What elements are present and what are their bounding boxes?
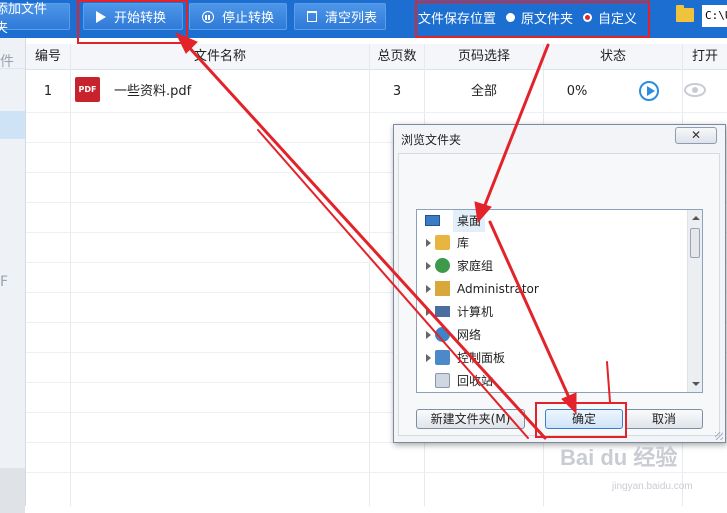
- homegroup-icon: [435, 258, 450, 273]
- radio-original-folder[interactable]: [506, 13, 516, 22]
- baidu-watermark: Bai du 经验: [560, 445, 678, 470]
- expand-arrow-icon[interactable]: [426, 331, 431, 339]
- tree-item-control-panel[interactable]: 控制面板: [417, 347, 687, 369]
- folder-tree: 桌面 库 家庭组 Administrator 计算机 网络 控制面板 回收站: [416, 209, 703, 393]
- save-location-group: 文件保存位置 原文件夹 自定义: [418, 3, 637, 32]
- trash-icon: [307, 11, 317, 22]
- play-icon: [96, 10, 106, 23]
- watermark-url: jingyan.baidu.com: [612, 481, 693, 492]
- tree-item-label: 桌面: [453, 210, 486, 232]
- radio-custom-folder[interactable]: [583, 13, 593, 22]
- control-panel-icon: [435, 350, 450, 365]
- pause-icon: [202, 10, 214, 23]
- pdf-file-icon: PDF: [75, 77, 100, 102]
- sidebar-item-bottom[interactable]: [0, 468, 25, 513]
- col-index-header: 编号: [34, 49, 61, 64]
- row-pages: 3: [392, 84, 402, 99]
- tree-item-recycle-bin[interactable]: 回收站: [417, 370, 687, 392]
- tree-item-library[interactable]: 库: [417, 232, 687, 254]
- col-open-header: 打开: [691, 49, 718, 64]
- row-status: 0%: [566, 84, 588, 99]
- row-filename: 一些资料.pdf: [114, 84, 192, 99]
- expand-arrow-icon[interactable]: [426, 285, 431, 293]
- tree-item-label: 家庭组: [457, 259, 494, 273]
- radio-original-label: 原文件夹: [521, 12, 574, 27]
- desktop-icon: [425, 215, 440, 226]
- left-sidebar: 件 F: [0, 38, 26, 513]
- tree-item-label: 回收站: [457, 374, 494, 388]
- add-folder-label: 添加文件夹: [0, 1, 48, 36]
- start-convert-button[interactable]: 开始转换: [83, 3, 183, 30]
- sidebar-item-selected[interactable]: [0, 111, 25, 139]
- cancel-button[interactable]: 取消: [625, 409, 703, 429]
- radio-custom-label: 自定义: [598, 12, 638, 27]
- save-location-label: 文件保存位置: [418, 12, 497, 27]
- col-page-select-header: 页码选择: [457, 49, 510, 64]
- start-convert-label: 开始转换: [114, 11, 167, 26]
- col-pages-header: 总页数: [377, 49, 417, 64]
- clear-list-label: 清空列表: [325, 11, 378, 26]
- dialog-title: 浏览文件夹: [401, 133, 462, 147]
- library-icon: [435, 235, 450, 250]
- row-page-select[interactable]: 全部: [425, 74, 543, 110]
- tree-item-computer[interactable]: 计算机: [417, 301, 687, 323]
- add-folder-button[interactable]: 添加文件夹: [0, 2, 70, 36]
- row-index: 1: [43, 84, 53, 99]
- clear-list-button[interactable]: 清空列表: [294, 3, 386, 30]
- scroll-thumb[interactable]: [690, 228, 700, 258]
- col-status-header: 状态: [599, 49, 626, 64]
- sidebar-label-file: 件: [0, 54, 14, 70]
- recycle-bin-icon: [435, 373, 450, 388]
- computer-icon: [435, 306, 450, 317]
- expand-arrow-icon[interactable]: [426, 354, 431, 362]
- eye-open-icon[interactable]: [684, 83, 706, 97]
- toolbar: 添加文件夹 开始转换 停止转换 清空列表 文件保存位置 原文件夹 自定义 C:\…: [0, 0, 727, 38]
- tree-item-label: Administrator: [457, 282, 539, 296]
- dialog-close-button[interactable]: ✕: [675, 127, 717, 144]
- new-folder-button[interactable]: 新建文件夹(M): [416, 409, 525, 429]
- tree-item-administrator[interactable]: Administrator: [417, 278, 687, 300]
- resize-grip-icon[interactable]: [715, 432, 723, 440]
- stop-convert-label: 停止转换: [222, 11, 275, 26]
- save-path-field[interactable]: C:\U: [702, 5, 727, 27]
- ok-button[interactable]: 确定: [545, 409, 623, 429]
- tree-item-desktop[interactable]: 桌面: [417, 210, 687, 232]
- user-folder-icon: [435, 281, 450, 296]
- browse-folder-dialog: 浏览文件夹 ✕ 桌面 库 家庭组 Administrator 计算机 网络 控制…: [393, 124, 726, 443]
- stop-convert-button[interactable]: 停止转换: [189, 3, 287, 30]
- scroll-down-icon[interactable]: [692, 382, 700, 386]
- tree-item-network[interactable]: 网络: [417, 324, 687, 346]
- expand-arrow-icon[interactable]: [426, 239, 431, 247]
- table-header: 编号 文件名称 总页数 页码选择 状态 打开: [26, 44, 727, 70]
- folder-browse-icon[interactable]: [676, 5, 694, 22]
- tree-item-label: 库: [457, 236, 470, 250]
- tree-item-label: 控制面板: [457, 351, 506, 365]
- col-filename-header: 文件名称: [193, 49, 246, 64]
- network-icon: [435, 327, 450, 342]
- tree-item-homegroup[interactable]: 家庭组: [417, 255, 687, 277]
- sidebar-label-f: F: [0, 274, 9, 290]
- expand-arrow-icon[interactable]: [426, 262, 431, 270]
- play-convert-icon[interactable]: [639, 81, 659, 101]
- scroll-up-icon[interactable]: [692, 216, 700, 220]
- tree-item-label: 计算机: [457, 305, 494, 319]
- expand-arrow-icon[interactable]: [426, 308, 431, 316]
- tree-scrollbar[interactable]: [687, 210, 702, 392]
- tree-item-label: 网络: [457, 328, 482, 342]
